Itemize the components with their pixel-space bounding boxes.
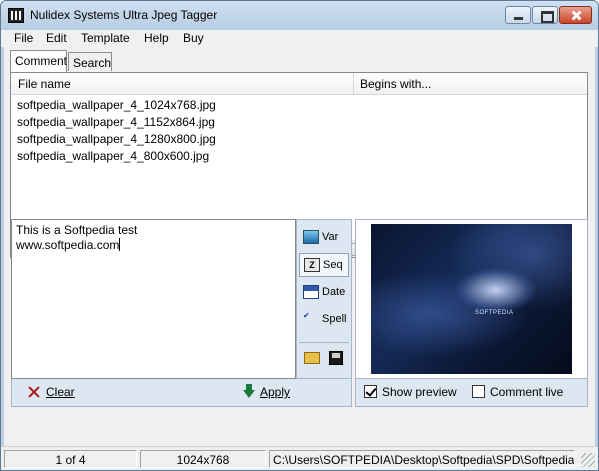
menu-template[interactable]: Template — [81, 31, 130, 45]
show-preview-label[interactable]: Show preview — [382, 385, 457, 399]
status-dimensions: 1024x768 — [140, 450, 266, 468]
title-bar[interactable]: Nulidex Systems Ultra Jpeg Tagger — [1, 1, 598, 30]
tool-panel: Var Z Seq Date ✔ Spell — [296, 219, 352, 379]
clear-label: Clear — [46, 385, 75, 399]
minimize-button[interactable] — [505, 6, 531, 24]
tab-search[interactable]: Search — [68, 52, 112, 71]
seq-label: Seq — [323, 259, 343, 271]
resize-grip-icon[interactable] — [581, 453, 595, 467]
var-label: Var — [322, 231, 339, 243]
menu-file[interactable]: File — [14, 31, 33, 45]
file-row[interactable]: softpedia_wallpaper_4_800x600.jpg — [11, 147, 587, 164]
action-bar: Clear Apply — [11, 379, 352, 407]
menu-help[interactable]: Help — [144, 31, 169, 45]
column-divider[interactable] — [353, 73, 354, 95]
preview-logo: SOFTPEDIA — [475, 310, 514, 316]
app-icon — [8, 8, 24, 23]
status-bar: 1 of 4 1024x768 C:\Users\SOFTPEDIA\Deskt… — [1, 446, 598, 470]
menu-bar: File Edit Template Help Buy — [1, 30, 598, 47]
date-label: Date — [322, 286, 346, 298]
comment-editor[interactable]: This is a Softpedia test www.softpedia.c… — [11, 219, 296, 379]
var-icon — [303, 230, 319, 244]
show-preview-checkbox[interactable] — [364, 385, 377, 398]
menu-buy[interactable]: Buy — [183, 31, 204, 45]
seq-icon: Z — [304, 258, 320, 272]
apply-button[interactable]: Apply — [240, 384, 291, 401]
spell-label: Spell — [322, 313, 347, 325]
clear-x-icon — [28, 386, 40, 398]
preview-panel: SOFTPEDIA — [355, 219, 588, 379]
menu-edit[interactable]: Edit — [46, 31, 67, 45]
open-folder-icon[interactable] — [304, 352, 320, 364]
tab-comment[interactable]: Comment — [10, 50, 67, 72]
preview-image: SOFTPEDIA — [371, 224, 572, 374]
tool-divider — [299, 342, 349, 343]
close-button[interactable] — [559, 6, 592, 24]
column-begins-with[interactable]: Begins with... — [360, 77, 431, 91]
spell-button[interactable]: ✔ Spell — [299, 308, 349, 332]
comment-live-checkbox[interactable] — [472, 385, 485, 398]
apply-label: Apply — [260, 385, 291, 399]
text-caret — [119, 238, 121, 251]
status-page: 1 of 4 — [4, 450, 137, 468]
apply-arrow-icon — [243, 384, 255, 398]
date-icon — [303, 285, 319, 299]
column-file-name[interactable]: File name — [18, 77, 71, 91]
save-icon[interactable] — [329, 351, 343, 365]
date-button[interactable]: Date — [299, 281, 349, 305]
var-button[interactable]: Var — [299, 226, 349, 250]
client-area: Comment Search File name Begins with... … — [4, 47, 595, 446]
comment-line: This is a Softpedia test — [16, 223, 138, 237]
comment-line: www.softpedia.com — [16, 238, 120, 252]
status-path: C:\Users\SOFTPEDIA\Desktop\Softpedia\SPD… — [269, 450, 575, 468]
file-row[interactable]: softpedia_wallpaper_4_1280x800.jpg — [11, 130, 587, 147]
clear-button[interactable]: Clear — [26, 385, 75, 401]
preview-options: Show preview Comment live — [355, 379, 588, 407]
file-row[interactable]: softpedia_wallpaper_4_1152x864.jpg — [11, 113, 587, 130]
file-list-header: File name Begins with... — [11, 73, 587, 95]
file-row[interactable]: softpedia_wallpaper_4_1024x768.jpg — [11, 96, 587, 113]
window-title: Nulidex Systems Ultra Jpeg Tagger — [30, 8, 218, 22]
seq-button[interactable]: Z Seq — [299, 253, 349, 277]
app-window: Nulidex Systems Ultra Jpeg Tagger File E… — [0, 0, 599, 471]
spell-icon: ✔ — [303, 311, 310, 320]
comment-live-label[interactable]: Comment live — [490, 385, 563, 399]
maximize-button[interactable] — [532, 6, 558, 24]
